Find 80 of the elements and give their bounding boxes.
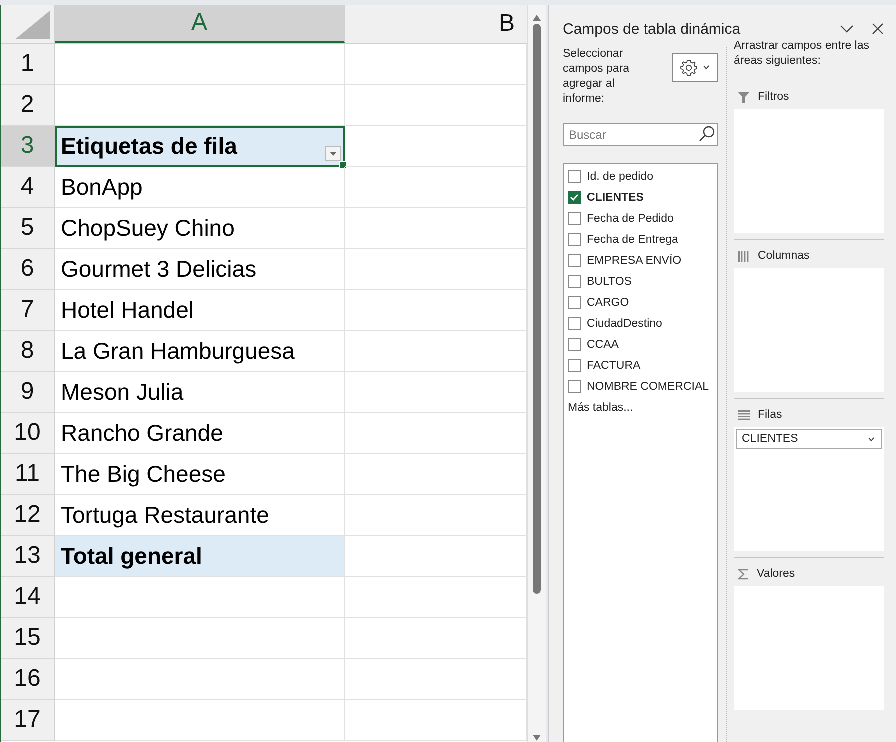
table-cell[interactable]: Etiquetas de fila xyxy=(55,126,345,167)
row-header[interactable]: 15 xyxy=(1,618,55,659)
checkbox[interactable] xyxy=(568,317,581,330)
table-cell: The Big Cheese xyxy=(55,454,345,495)
rows-icon xyxy=(738,410,750,420)
field-label[interactable]: Fecha de Pedido xyxy=(587,212,674,224)
corner-triangle-icon xyxy=(16,11,50,39)
checkbox[interactable] xyxy=(568,296,581,309)
search-field[interactable]: Buscar xyxy=(563,123,718,146)
field-label[interactable]: CCAA xyxy=(587,338,619,350)
table-cell: Meson Julia xyxy=(55,372,345,413)
drop-area[interactable]: CLIENTES xyxy=(734,427,884,551)
caret-icon xyxy=(703,65,710,70)
filter-icon xyxy=(738,92,750,102)
row-header[interactable]: 8 xyxy=(1,331,55,372)
filter-dropdown-button[interactable] xyxy=(325,146,341,161)
row-header[interactable]: 1 xyxy=(1,44,55,85)
vertical-scrollbar[interactable] xyxy=(527,5,546,742)
close-icon[interactable] xyxy=(872,23,884,35)
table-cell: Total general xyxy=(55,536,345,577)
field-label[interactable]: CiudadDestino xyxy=(587,318,662,330)
checkbox[interactable] xyxy=(568,359,581,372)
area-label: Columnas xyxy=(758,250,810,262)
row-header[interactable]: 3 xyxy=(1,126,55,167)
row-labels-heading: Etiquetas de fila xyxy=(61,133,238,160)
row-header[interactable]: 4 xyxy=(1,167,55,208)
table-cell: Hotel Handel xyxy=(55,290,345,331)
panel-title: Campos de tabla dinámica xyxy=(563,20,742,38)
row-header[interactable]: 7 xyxy=(1,290,55,331)
field-label[interactable]: BULTOS xyxy=(587,276,632,288)
row-header[interactable]: 10 xyxy=(1,413,55,454)
checkbox[interactable] xyxy=(568,233,581,246)
row-header[interactable]: 2 xyxy=(1,85,55,126)
area-field-dropdown[interactable]: CLIENTES xyxy=(736,429,882,449)
fields-instruction: Seleccionar campos para agregar al informe: xyxy=(563,47,630,107)
field-label[interactable]: Fecha de Entrega xyxy=(587,234,678,246)
row-header[interactable]: 9 xyxy=(1,372,55,413)
settings-icon xyxy=(680,58,698,76)
row-header[interactable]: 14 xyxy=(1,577,55,618)
settings-button[interactable] xyxy=(672,53,718,82)
row-header[interactable]: 5 xyxy=(1,208,55,249)
area-label: Filas xyxy=(758,409,782,421)
field-label[interactable]: CARGO xyxy=(587,296,630,308)
chevron-down-icon[interactable] xyxy=(840,24,854,34)
caret-icon xyxy=(330,152,336,156)
row-header[interactable]: 11 xyxy=(1,454,55,495)
checkbox[interactable] xyxy=(568,170,581,183)
checkbox[interactable] xyxy=(568,191,581,204)
scroll-up-icon[interactable] xyxy=(532,14,542,22)
field-label[interactable]: EMPRESA ENVÍO xyxy=(587,254,682,266)
column-header[interactable]: B xyxy=(345,5,527,43)
checkbox[interactable] xyxy=(568,380,581,393)
more-tables-link[interactable]: Más tablas... xyxy=(568,402,634,414)
areas-instruction: Arrastrar campos entre las áreas siguientes: xyxy=(734,39,870,69)
field-label[interactable]: CLIENTES xyxy=(587,192,644,204)
row-header[interactable]: 16 xyxy=(1,659,55,700)
field-label[interactable]: NOMBRE COMERCIAL xyxy=(587,380,710,392)
search-icon xyxy=(699,126,715,142)
caret-icon xyxy=(868,436,875,442)
sigma-icon xyxy=(738,568,749,580)
area-label: Valores xyxy=(757,568,796,580)
checkbox[interactable] xyxy=(568,338,581,351)
row-header[interactable]: 17 xyxy=(1,700,55,741)
checkbox[interactable] xyxy=(568,254,581,267)
row-header[interactable]: 13 xyxy=(1,536,55,577)
table-cell: Gourmet 3 Delicias xyxy=(55,249,345,290)
checkbox[interactable] xyxy=(568,212,581,225)
table-cell: La Gran Hamburguesa xyxy=(55,331,345,372)
column-header[interactable]: A xyxy=(55,5,345,43)
table-cell: BonApp xyxy=(55,167,345,208)
table-cell: Rancho Grande xyxy=(55,413,345,454)
field-label[interactable]: FACTURA xyxy=(587,360,641,372)
row-header[interactable]: 6 xyxy=(1,249,55,290)
row-header[interactable]: 12 xyxy=(1,495,55,536)
columns-icon xyxy=(738,250,750,262)
field-label[interactable]: Id. de pedido xyxy=(587,170,654,182)
table-cell: ChopSuey Chino xyxy=(55,208,345,249)
scroll-down-icon[interactable] xyxy=(532,734,542,742)
checkbox[interactable] xyxy=(568,275,581,288)
area-label: Filtros xyxy=(758,91,790,103)
